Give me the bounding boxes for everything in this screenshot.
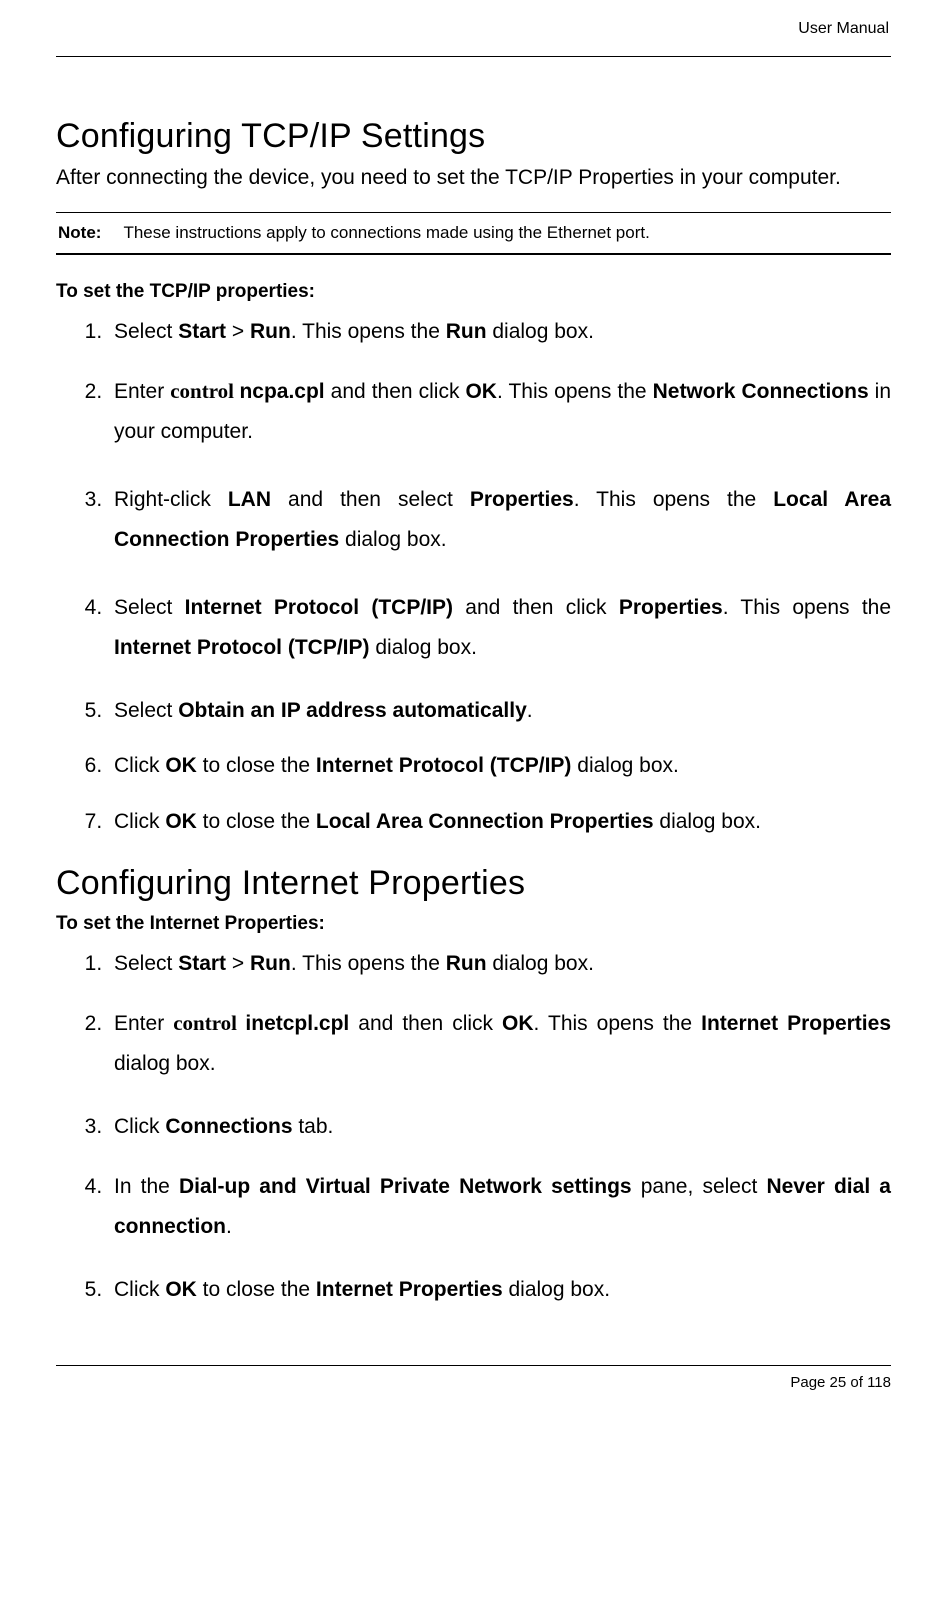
note-block: Note: These instructions apply to connec…: [56, 212, 891, 255]
step-1-2: Enter control ncpa.cpl and then click OK…: [108, 372, 891, 452]
step-1-6: Click OK to close the Internet Protocol …: [108, 751, 891, 780]
step-1-4: Select Internet Protocol (TCP/IP) and th…: [108, 588, 891, 668]
step-2-4: In the Dial-up and Virtual Private Netwo…: [108, 1167, 891, 1247]
section1-lead: After connecting the device, you need to…: [56, 166, 891, 190]
note-label: Note:: [58, 223, 101, 243]
page-container: User Manual Configuring TCP/IP Settings …: [0, 0, 947, 1415]
section1-title: Configuring TCP/IP Settings: [56, 117, 891, 156]
header-label: User Manual: [56, 20, 891, 38]
step-1-1: Select Start > Run. This opens the Run d…: [108, 317, 891, 346]
step-1-3: Right-click LAN and then select Properti…: [108, 480, 891, 560]
step-2-3: Click Connections tab.: [108, 1112, 891, 1141]
section2-title: Configuring Internet Properties: [56, 864, 891, 903]
step-1-7: Click OK to close the Local Area Connect…: [108, 807, 891, 836]
step-1-5: Select Obtain an IP address automaticall…: [108, 696, 891, 725]
footer-rule: [56, 1365, 891, 1366]
section2-subhead: To set the Internet Properties:: [56, 913, 891, 935]
footer-label: Page 25 of 118: [56, 1374, 891, 1391]
header-rule: [56, 56, 891, 57]
step-2-2: Enter control inetcpl.cpl and then click…: [108, 1004, 891, 1084]
section1-subhead: To set the TCP/IP properties:: [56, 281, 891, 303]
note-text: These instructions apply to connections …: [123, 223, 649, 243]
step-2-1: Select Start > Run. This opens the Run d…: [108, 949, 891, 978]
section1-steps: Select Start > Run. This opens the Run d…: [56, 317, 891, 836]
section2-steps: Select Start > Run. This opens the Run d…: [56, 949, 891, 1305]
step-2-5: Click OK to close the Internet Propertie…: [108, 1275, 891, 1304]
